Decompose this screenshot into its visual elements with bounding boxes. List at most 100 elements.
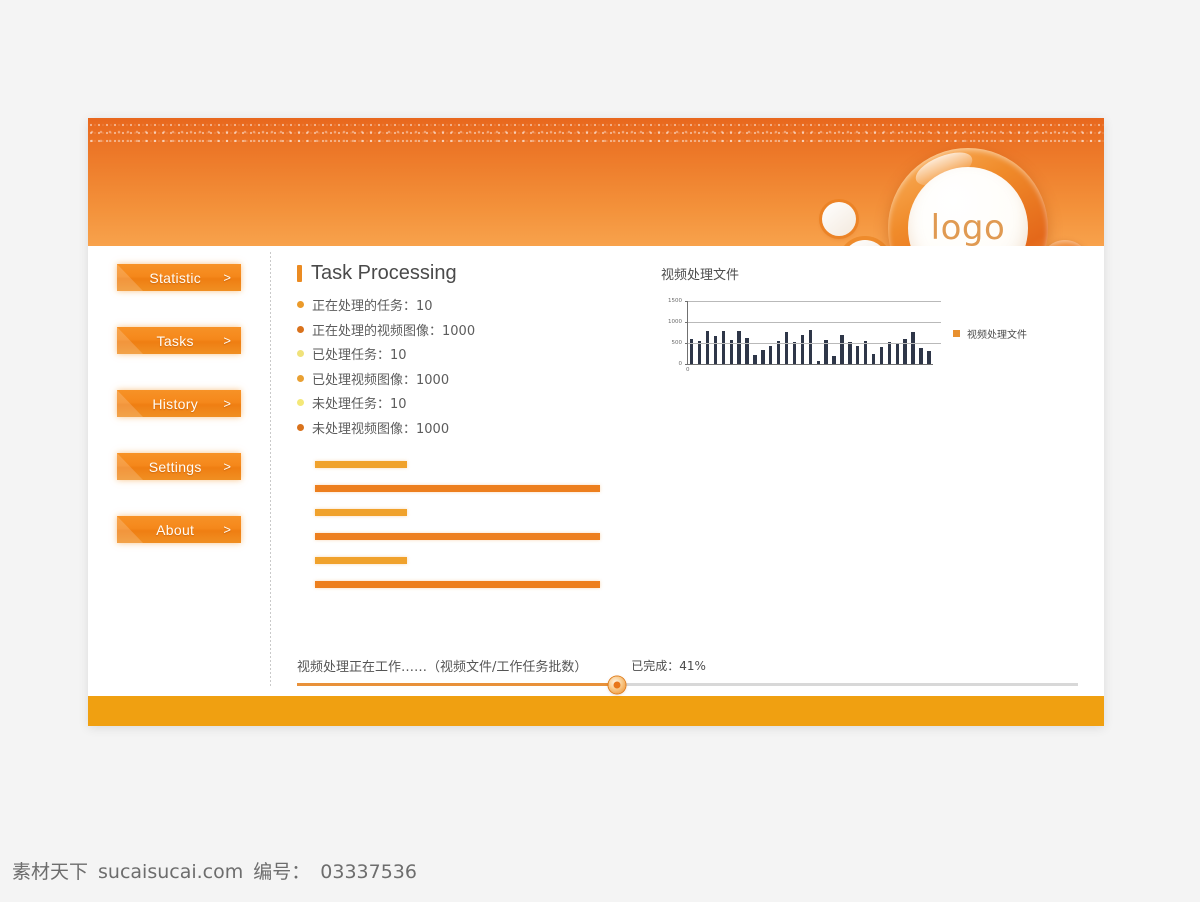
chevron-right-icon: >	[223, 396, 231, 411]
chart-bar	[753, 354, 757, 364]
decorative-bubble-small	[822, 202, 856, 236]
chart-gridline	[688, 343, 941, 344]
chart-axis-tick	[685, 343, 688, 344]
stat-item-label: 正在处理的视频图像：1000	[312, 323, 476, 339]
chart-axis-tick	[685, 301, 688, 302]
chart-y-tick-label: 1000	[668, 319, 682, 325]
chart-bar	[919, 348, 923, 364]
chart-bar	[784, 332, 789, 364]
chart-bar	[887, 342, 892, 364]
progress-bar-list	[315, 460, 1104, 588]
chart-bar	[761, 350, 765, 364]
chart-gridline	[688, 301, 941, 302]
chevron-right-icon: >	[223, 270, 231, 285]
chart-bar	[745, 337, 749, 364]
chart-legend: 视频处理文件	[953, 326, 1027, 341]
stat-item-label: 未处理任务：10	[312, 397, 407, 412]
legend-label: 视频处理文件	[967, 329, 1027, 341]
sidebar: Statistic > Tasks > History > Settings >…	[88, 246, 270, 696]
progress-bar-row	[315, 580, 600, 588]
chart-y-tick-label: 1500	[668, 298, 682, 304]
stat-item-label: 已处理视频图像：1000	[312, 372, 450, 388]
chart-row: 0 500 1000 1500 0 视频处理文件	[661, 298, 1061, 379]
sidebar-item-statistic[interactable]: Statistic >	[117, 264, 241, 291]
chart-bar	[863, 341, 868, 364]
sidebar-item-label: Statistic	[149, 269, 202, 286]
sidebar-item-tasks[interactable]: Tasks >	[117, 327, 241, 354]
progress-bar-row	[315, 484, 600, 492]
progress-bar-row	[315, 556, 407, 564]
chart-bar	[776, 341, 781, 364]
chart-title: 视频处理文件	[661, 268, 740, 283]
watermark-id-value: 03337536	[320, 861, 417, 883]
chart-bar	[816, 361, 820, 364]
sidebar-item-history[interactable]: History >	[117, 390, 241, 417]
progress-fill	[297, 683, 618, 686]
app-body: Statistic > Tasks > History > Settings >…	[88, 246, 1104, 696]
watermark: 素材天下 sucaisucai.com 编号： 03337536	[12, 857, 417, 884]
chart-plot	[685, 301, 941, 365]
chart-bar	[879, 347, 884, 364]
logo-text: logo	[930, 208, 1006, 246]
chevron-right-icon: >	[223, 522, 231, 537]
chart-bar	[840, 335, 844, 364]
chart-bar	[895, 343, 899, 364]
app-window: logo ✳ ✳ ✳ ✳ ✳ ✳ ✳ Statistic > Tasks >	[88, 118, 1104, 726]
progress-section: 视频处理正在工作……（视频文件/工作任务批数） 已完成：41%	[297, 656, 1078, 693]
chart-bar	[911, 332, 915, 364]
chart-bar	[927, 351, 931, 364]
sidebar-item-settings[interactable]: Settings >	[117, 453, 241, 480]
chart-y-axis-labels: 0 500 1000 1500	[661, 298, 685, 367]
stat-item-label: 未处理视频图像：1000	[312, 421, 450, 437]
chart-bar	[808, 330, 812, 364]
chart-bar	[832, 355, 836, 364]
chart-bar	[721, 330, 726, 364]
page-title-text: Task Processing	[311, 262, 457, 284]
stat-item: 未处理任务：10	[297, 393, 1104, 412]
progress-bar-row	[315, 508, 407, 516]
sidebar-item-label: Settings	[148, 458, 202, 475]
chart-bar	[871, 354, 876, 364]
chevron-right-icon: >	[223, 459, 231, 474]
chart-x-axis-label: 0	[686, 367, 690, 373]
watermark-site-cn: 素材天下	[12, 861, 89, 883]
bullet-dot-icon	[297, 350, 304, 357]
watermark-id-label: 编号：	[253, 861, 311, 883]
chart-panel: 视频处理文件 0 500 1000 1500 0 视频处理文件	[661, 264, 1061, 379]
chevron-right-icon: >	[223, 333, 231, 348]
stat-item: 未处理视频图像：1000	[297, 418, 1104, 437]
chart-bar	[705, 331, 710, 364]
chart-plot-area: 0 500 1000 1500 0	[661, 298, 941, 379]
chart-bar	[856, 345, 860, 364]
legend-swatch	[953, 329, 960, 337]
progress-slider[interactable]: 已完成：41%	[297, 659, 1078, 693]
chart-bar	[769, 346, 773, 364]
sidebar-item-label: History	[152, 395, 199, 412]
progress-bar-row	[315, 532, 600, 540]
app-footer	[88, 696, 1104, 726]
watermark-site: sucaisucai.com	[98, 861, 244, 883]
bullet-dot-icon	[297, 374, 304, 382]
chart-bar	[800, 335, 805, 364]
progress-slider-handle[interactable]	[608, 676, 626, 693]
chart-y-tick-label: 0	[678, 361, 683, 367]
logo-badge[interactable]: logo	[888, 145, 1048, 246]
bullet-dot-icon	[297, 399, 304, 406]
chart-bar	[792, 342, 797, 364]
stat-item-label: 已处理任务：10	[312, 348, 407, 363]
stat-item-label: 正在处理的任务：10	[312, 299, 433, 314]
chart-y-tick-label: 500	[671, 340, 683, 346]
chart-gridline	[688, 322, 941, 323]
chart-axis-tick	[685, 364, 688, 365]
bullet-dot-icon	[297, 423, 304, 431]
chart-bar	[713, 336, 718, 364]
title-accent-bar	[297, 265, 302, 282]
sidebar-item-label: About	[156, 521, 195, 538]
chart-axis-tick	[685, 322, 688, 323]
chart-bar	[737, 330, 741, 364]
sidebar-item-about[interactable]: About >	[117, 516, 241, 543]
chart-bar	[848, 342, 852, 364]
progress-bar-row	[315, 460, 407, 468]
chart-bars	[690, 301, 931, 364]
content-area: Task Processing 正在处理的任务：10 正在处理的视频图像：1000…	[271, 246, 1104, 696]
